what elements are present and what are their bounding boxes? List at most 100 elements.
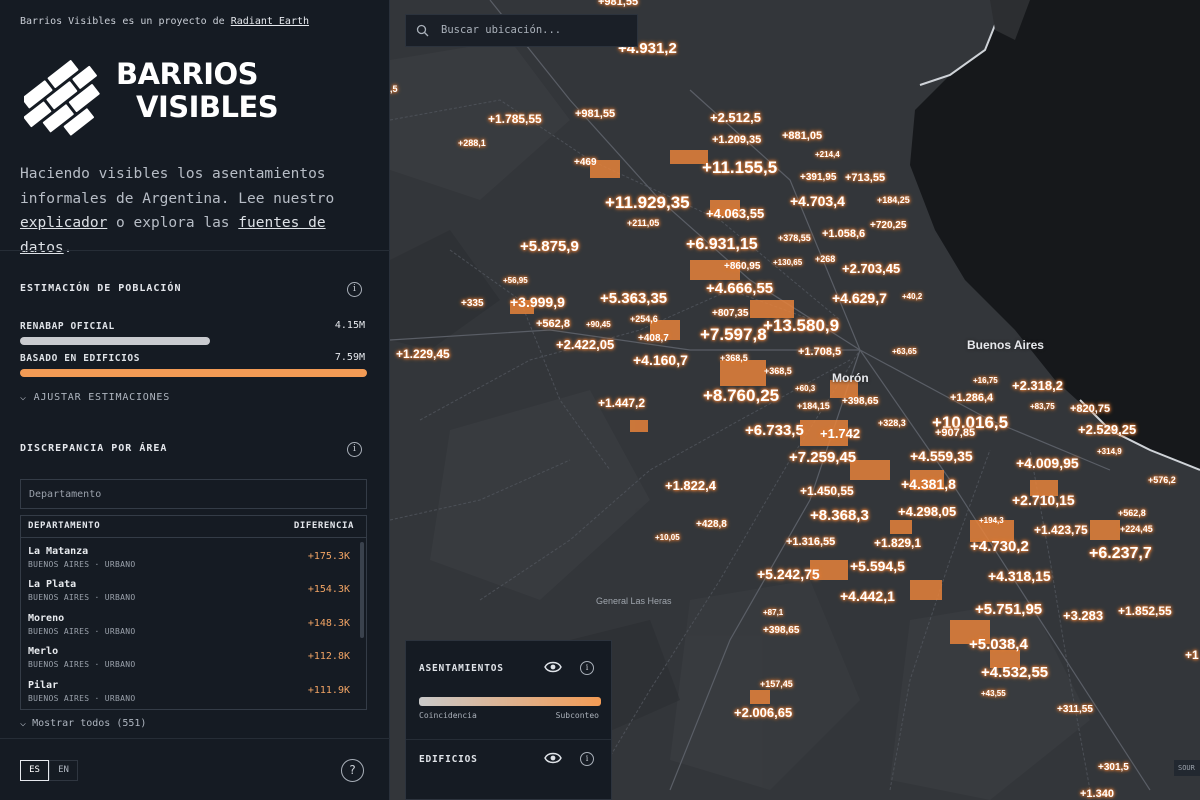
discrepancy-info-icon[interactable]: i: [347, 442, 362, 457]
settlement-difference-label: +4.730,2: [970, 538, 1029, 555]
row-name: Moreno: [28, 613, 65, 624]
table-row[interactable]: La Plata BUENOS AIRES · URBANO +154.3K: [21, 575, 361, 608]
settlement-difference-label: +184,15: [797, 401, 830, 411]
map-attribution[interactable]: SOUR: [1174, 760, 1200, 776]
department-search-input[interactable]: [20, 479, 367, 509]
settlement-difference-label: +211,05: [627, 218, 660, 228]
renabap-value: 4.15M: [334, 320, 365, 331]
population-info-icon[interactable]: i: [347, 282, 362, 297]
settlement-difference-label: +398,65: [842, 396, 879, 407]
settlement-difference-label: +807,35: [712, 308, 749, 319]
settlement-difference-label: +4.703,4: [790, 193, 845, 209]
table-row[interactable]: Merlo BUENOS AIRES · URBANO +112.8K: [21, 642, 361, 675]
radiant-earth-link[interactable]: Radiant Earth: [231, 16, 309, 27]
settlement-difference-label: +2.318,2: [1012, 378, 1063, 393]
row-subtitle: BUENOS AIRES · URBANO: [28, 593, 136, 602]
settlement-difference-label: +130,65: [773, 258, 803, 267]
settlement-difference-label: +4.318,15: [988, 568, 1051, 584]
row-difference: +111.9K: [307, 685, 350, 696]
settlement-difference-label: +428,8: [696, 519, 727, 530]
row-difference: +112.8K: [307, 651, 350, 662]
settlement-difference-label: +720,25: [870, 220, 907, 231]
settlement-difference-label: +4.009,95: [1016, 455, 1079, 471]
divider: [0, 250, 390, 251]
buildings-label: BASADO EN EDIFICIOS: [20, 353, 141, 364]
gradient-undercount-label: Subconteo: [555, 711, 599, 720]
settlement-difference-label: +4.160,7: [633, 352, 688, 368]
logo-bricks-icon: [24, 60, 100, 136]
discrepancy-table: DEPARTAMENTO DIFERENCIA La Matanza BUENO…: [20, 515, 367, 710]
table-scrollbar[interactable]: [360, 542, 364, 638]
settlement-difference-label: +11.155,5: [702, 158, 778, 177]
explainer-link[interactable]: explicador: [20, 215, 107, 231]
lang-en-button[interactable]: EN: [49, 760, 78, 781]
location-search[interactable]: Buscar ubicación...: [405, 14, 638, 47]
settlement-difference-label: +562,8: [1118, 508, 1146, 518]
table-row[interactable]: Moreno BUENOS AIRES · URBANO +148.3K: [21, 609, 361, 642]
settlement-difference-label: +1: [1185, 648, 1199, 662]
settlements-visibility-eye-icon[interactable]: [544, 660, 562, 674]
map-canvas[interactable]: +981,55 +4.931,2,5 +1.785,55 +981,55 +2.512,…: [390, 0, 1200, 800]
settlement-difference-label: +90,45: [586, 320, 611, 329]
settlement-difference-label: +63,65: [892, 347, 917, 356]
settlement-difference-label: +268: [815, 254, 836, 264]
settlement-difference-label: +8.760,25: [703, 386, 780, 405]
settlement-difference-label: +1.450,55: [800, 484, 854, 498]
settlement-difference-label: +184,25: [877, 195, 910, 205]
col-department-header[interactable]: DEPARTAMENTO: [28, 521, 100, 531]
settlement-difference-label: +1.708,5: [798, 346, 842, 358]
logo-line-2: VISIBLES: [136, 90, 279, 124]
settlement-difference-label: +368,5: [720, 353, 748, 363]
settlements-gradient: [419, 697, 601, 706]
settlement-difference-label: +1.229,45: [396, 347, 450, 361]
row-subtitle: BUENOS AIRES · URBANO: [28, 660, 136, 669]
intro-part-2: o explora las: [116, 215, 230, 231]
settlement-difference-label: +6.733,5: [745, 422, 804, 439]
adjust-estimates-toggle[interactable]: ⌵ AJUSTAR ESTIMACIONES: [20, 392, 170, 403]
settlement-difference-label: +5.875,9: [520, 238, 579, 255]
table-row[interactable]: La Matanza BUENOS AIRES · URBANO +175.3K: [21, 542, 361, 575]
show-all-toggle[interactable]: ⌵ Mostrar todos (551): [20, 718, 146, 729]
settlement-difference-label: +5.751,95: [975, 601, 1043, 618]
settlement-difference-label: +2.422,05: [556, 337, 615, 352]
settlement-difference-label: +6.931,15: [686, 236, 758, 253]
settlement-difference-label: +2.006,65: [734, 705, 793, 720]
settlement-difference-label: +10,05: [655, 533, 680, 542]
lang-es-button[interactable]: ES: [20, 760, 49, 781]
settlement-difference-label: +4.532,55: [981, 664, 1049, 681]
help-button[interactable]: ?: [341, 759, 364, 782]
settlement-difference-label: +4.666,55: [706, 280, 774, 297]
settlement-difference-label: +8.368,3: [810, 507, 869, 524]
settlement-difference-label: +907,85: [935, 427, 976, 439]
row-name: La Matanza: [28, 546, 89, 557]
map-legend: ASENTAMIENTOS i Coincidencia Subconteo E…: [405, 640, 612, 800]
settlement-difference-label: +157,45: [760, 679, 793, 689]
settlement-difference-label: +4.559,35: [910, 448, 973, 464]
col-difference-header[interactable]: DIFERENCIA: [294, 521, 354, 531]
buildings-visibility-eye-icon[interactable]: [544, 751, 562, 765]
settlement-difference-label: +408,7: [638, 333, 669, 344]
divider: [0, 738, 390, 739]
settlement-difference-label: +398,65: [763, 625, 800, 636]
settlement-difference-label: +378,55: [778, 233, 811, 243]
settlement-difference-label: +16,75: [973, 376, 998, 385]
settlement-difference-label: +1.423,75: [1034, 523, 1088, 537]
city-label: Morón: [832, 371, 869, 385]
settlements-info-icon[interactable]: i: [580, 661, 594, 675]
table-row[interactable]: Pilar BUENOS AIRES · URBANO +111.9K: [21, 676, 361, 709]
settlement-difference-label: +4.063,55: [706, 206, 765, 221]
population-title: ESTIMACIÓN DE POBLACIÓN: [20, 283, 182, 294]
logo-line-1: BARRIOS: [116, 57, 259, 91]
logo-wordmark: BARRIOS VISIBLES: [116, 57, 279, 124]
settlement-difference-label: +13.580,9: [763, 316, 840, 335]
settlement-difference-label: +5.242,75: [757, 566, 820, 582]
settlement-difference-label: +288,1: [458, 138, 486, 148]
settlement-difference-label: +368,5: [764, 366, 792, 376]
renabap-bar: [20, 337, 210, 345]
intro-part-1: Haciendo visibles los asentamientos info…: [20, 166, 335, 207]
row-subtitle: BUENOS AIRES · URBANO: [28, 560, 136, 569]
settlement-difference-label: +7.259,45: [789, 449, 857, 466]
buildings-info-icon[interactable]: i: [580, 752, 594, 766]
settlement-difference-label: +83,75: [1030, 402, 1055, 411]
settlement-difference-label: +881,05: [782, 130, 823, 142]
